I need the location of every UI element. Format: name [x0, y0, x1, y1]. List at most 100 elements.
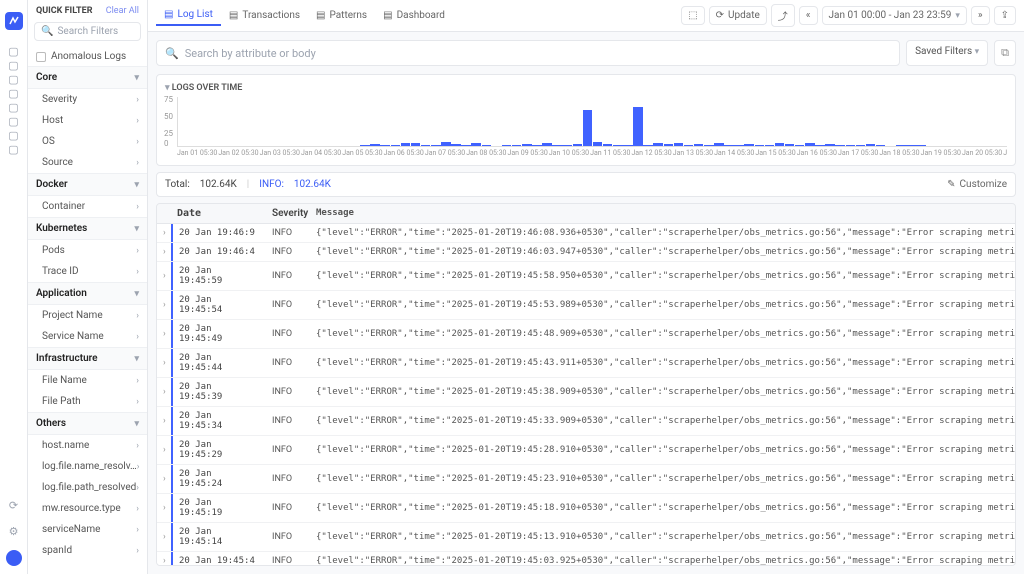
- chart-bar[interactable]: [552, 145, 562, 146]
- chart-bar[interactable]: [866, 144, 876, 146]
- doc-icon[interactable]: ▢: [7, 72, 21, 86]
- filter-item[interactable]: Host›: [28, 110, 147, 131]
- share-button[interactable]: ⤴: [771, 4, 795, 27]
- filter-item[interactable]: mw.resource.type›: [28, 498, 147, 519]
- expand-icon[interactable]: ›: [157, 224, 171, 242]
- chart-bar[interactable]: [755, 145, 765, 146]
- table-row[interactable]: ›20 Jan 19:45:34INFO{"level":"ERROR","ti…: [157, 407, 1015, 436]
- group-infrastructure[interactable]: Infrastructure▾: [28, 347, 147, 370]
- chart-bar[interactable]: [613, 145, 623, 146]
- chart-bar[interactable]: [441, 142, 451, 146]
- chart-bar[interactable]: [542, 143, 552, 146]
- table-row[interactable]: ›20 Jan 19:45:19INFO{"level":"ERROR","ti…: [157, 494, 1015, 523]
- chart-bar[interactable]: [512, 145, 522, 146]
- chart-bar[interactable]: [451, 144, 461, 146]
- expand-icon[interactable]: ›: [157, 383, 171, 401]
- expand-icon[interactable]: ›: [157, 296, 171, 314]
- layers-icon[interactable]: ▢: [7, 100, 21, 114]
- chart-bar[interactable]: [714, 143, 724, 146]
- expand-icon[interactable]: ›: [157, 552, 171, 566]
- chart-bar[interactable]: [633, 107, 643, 146]
- filter-item[interactable]: File Path›: [28, 391, 147, 412]
- customize-button[interactable]: ✎Customize: [947, 179, 1007, 190]
- table-row[interactable]: ›20 Jan 19:45:29INFO{"level":"ERROR","ti…: [157, 436, 1015, 465]
- tab-transactions[interactable]: ▤Transactions: [221, 5, 308, 26]
- save-view-button[interactable]: ⬚: [681, 6, 704, 25]
- chart-bar[interactable]: [583, 110, 593, 146]
- chart-bar[interactable]: [846, 145, 856, 146]
- col-date[interactable]: Date: [171, 204, 266, 223]
- settings-icon[interactable]: ⚙: [7, 524, 21, 538]
- expand-icon[interactable]: ›: [157, 412, 171, 430]
- chart-bar[interactable]: [401, 143, 411, 146]
- chart-bar[interactable]: [391, 145, 401, 146]
- filter-item[interactable]: serviceName›: [28, 519, 147, 540]
- expand-icon[interactable]: ›: [157, 528, 171, 546]
- table-row[interactable]: ›20 Jan 19:45:14INFO{"level":"ERROR","ti…: [157, 523, 1015, 552]
- col-message[interactable]: Message: [310, 204, 1015, 223]
- table-row[interactable]: ›20 Jan 19:45:44INFO{"level":"ERROR","ti…: [157, 349, 1015, 378]
- chart-bar[interactable]: [815, 145, 825, 146]
- group-kubernetes[interactable]: Kubernetes▾: [28, 217, 147, 240]
- time-prev-button[interactable]: «: [799, 6, 818, 25]
- time-range-picker[interactable]: Jan 01 00:00 - Jan 23 23:59▾: [822, 6, 967, 25]
- chart-bar[interactable]: [461, 145, 471, 146]
- chart-bar[interactable]: [876, 145, 886, 146]
- avatar[interactable]: [6, 550, 22, 566]
- chart-bar[interactable]: [835, 145, 845, 146]
- group-application[interactable]: Application▾: [28, 282, 147, 305]
- table-row[interactable]: ›20 Jan 19:45:39INFO{"level":"ERROR","ti…: [157, 378, 1015, 407]
- chart-bar[interactable]: [724, 145, 734, 146]
- filter-item[interactable]: Source›: [28, 152, 147, 173]
- chart-bar[interactable]: [522, 144, 532, 146]
- expand-icon[interactable]: ›: [157, 267, 171, 285]
- chart-bar[interactable]: [573, 144, 583, 146]
- search-input[interactable]: 🔍 Search by attribute or body: [156, 40, 900, 66]
- chart-bar[interactable]: [532, 145, 542, 146]
- chart-bar[interactable]: [674, 143, 684, 146]
- home-icon[interactable]: ▢: [7, 44, 21, 58]
- table-row[interactable]: ›20 Jan 19:45:54INFO{"level":"ERROR","ti…: [157, 291, 1015, 320]
- chart-bar[interactable]: [593, 142, 603, 146]
- update-button[interactable]: ⟳Update: [709, 6, 767, 25]
- chart-bar[interactable]: [775, 143, 785, 146]
- table-row[interactable]: ›20 Jan 19:46:4INFO{"level":"ERROR","tim…: [157, 243, 1015, 262]
- filter-item[interactable]: OS›: [28, 131, 147, 152]
- chart-bar[interactable]: [623, 145, 633, 146]
- group-others[interactable]: Others▾: [28, 412, 147, 435]
- export-button[interactable]: ⇪: [994, 6, 1016, 25]
- chart-bar[interactable]: [694, 144, 704, 146]
- chart-bar[interactable]: [360, 145, 370, 146]
- chart-bar[interactable]: [896, 145, 906, 146]
- gear-icon[interactable]: ▢: [7, 142, 21, 156]
- chart-bar[interactable]: [643, 145, 653, 146]
- filter-item[interactable]: Service Name›: [28, 326, 147, 347]
- filter-item[interactable]: File Name›: [28, 370, 147, 391]
- chart-bar[interactable]: [664, 144, 674, 146]
- chart-bar[interactable]: [370, 144, 380, 146]
- db-icon[interactable]: ▢: [7, 114, 21, 128]
- chart-bar[interactable]: [562, 145, 572, 146]
- table-row[interactable]: ›20 Jan 19:45:49INFO{"level":"ERROR","ti…: [157, 320, 1015, 349]
- filter-item[interactable]: Container›: [28, 196, 147, 217]
- chart-bar[interactable]: [734, 145, 744, 146]
- chart-bar[interactable]: [380, 145, 390, 146]
- filter-search-input[interactable]: 🔍 Search Filters: [34, 22, 141, 41]
- chart-bar[interactable]: [704, 145, 714, 146]
- chart-collapse-icon[interactable]: ▾: [165, 83, 170, 93]
- chart-bar[interactable]: [805, 143, 815, 146]
- chart-bar[interactable]: [482, 145, 492, 146]
- expand-icon[interactable]: ›: [157, 499, 171, 517]
- chart-bar[interactable]: [856, 145, 866, 146]
- chart-icon[interactable]: ▢: [7, 86, 21, 100]
- filter-item[interactable]: host.name›: [28, 435, 147, 456]
- help-icon[interactable]: ⟳: [7, 498, 21, 512]
- table-row[interactable]: ›20 Jan 19:45:59INFO{"level":"ERROR","ti…: [157, 262, 1015, 291]
- table-row[interactable]: ›20 Jan 19:45:4INFO{"level":"ERROR","tim…: [157, 552, 1015, 566]
- anomalous-logs-checkbox[interactable]: Anomalous Logs: [28, 47, 147, 66]
- chart-bar[interactable]: [431, 145, 441, 146]
- filter-item[interactable]: spanId›: [28, 540, 147, 561]
- table-row[interactable]: ›20 Jan 19:45:24INFO{"level":"ERROR","ti…: [157, 465, 1015, 494]
- chart-bar[interactable]: [471, 143, 481, 146]
- chart-bar[interactable]: [825, 144, 835, 146]
